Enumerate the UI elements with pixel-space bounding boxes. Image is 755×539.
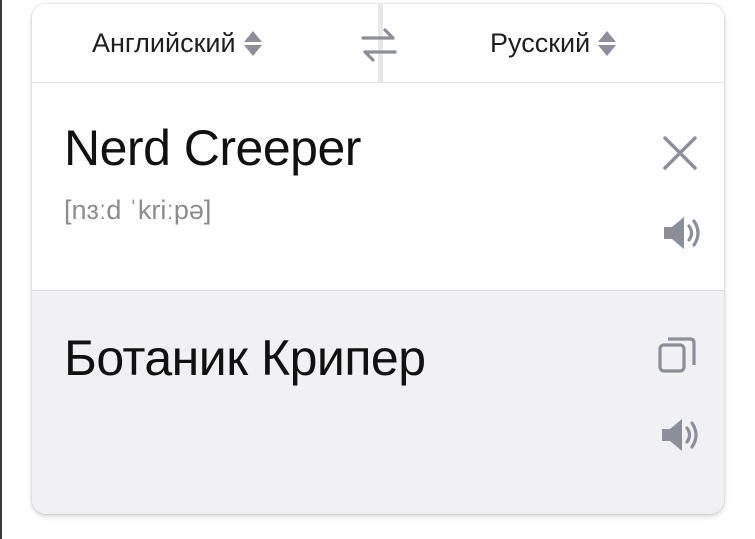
copy-button[interactable] bbox=[656, 335, 700, 375]
swap-arrows-icon bbox=[361, 28, 397, 62]
source-language-selector[interactable]: Английский bbox=[92, 26, 262, 60]
translator-card: Английский Русский Nerd Creeper [nɜːd ˈk… bbox=[32, 4, 724, 514]
speaker-icon bbox=[662, 419, 698, 451]
clear-button[interactable] bbox=[660, 133, 700, 173]
target-language-label: Русский bbox=[490, 27, 591, 58]
window-edge bbox=[0, 0, 2, 539]
source-panel: Nerd Creeper [nɜːd ˈkriːpə] bbox=[32, 83, 724, 291]
copy-icon bbox=[658, 337, 696, 373]
sort-arrows-icon bbox=[243, 30, 262, 56]
target-language-selector[interactable]: Русский bbox=[490, 26, 617, 60]
translation-panel: Ботаник Крипер bbox=[32, 291, 724, 514]
sort-arrows-icon bbox=[598, 30, 617, 56]
source-text[interactable]: Nerd Creeper bbox=[64, 119, 361, 177]
speak-source-button[interactable] bbox=[660, 213, 706, 253]
speaker-icon bbox=[664, 217, 700, 249]
translation-text: Ботаник Крипер bbox=[64, 330, 426, 386]
language-bar: Английский Русский bbox=[32, 4, 724, 83]
transcription: [nɜːd ˈkriːpə] bbox=[64, 195, 212, 225]
close-icon bbox=[663, 136, 697, 170]
speak-translation-button[interactable] bbox=[658, 415, 704, 455]
swap-languages-button[interactable] bbox=[358, 24, 400, 66]
source-language-label: Английский bbox=[92, 27, 236, 58]
